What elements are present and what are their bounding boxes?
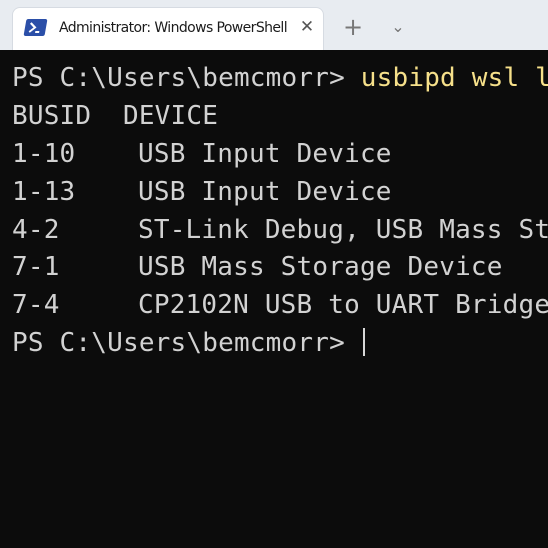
device-cell: CP2102N USB to UART Bridge [138,290,548,321]
current-prompt-line: PS C:\Users\bemcmorr> [12,325,365,362]
busid-cell: 4-2 [12,214,60,245]
busid-cell: 1-10 [12,139,76,169]
device-cell: USB Input Device [138,176,392,207]
terminal-window: Administrator: Windows PowerShell ✕ + ⌄ … [0,0,548,548]
table-row: 1-13 USB Input Device [12,174,392,211]
powershell-icon [23,19,48,36]
device-cell: ST-Link Debug, USB Mass Storage [138,214,548,245]
terminal-output[interactable]: PS C:\Users\bemcmorr> usbipd wsl list BU… [0,50,548,548]
device-cell: USB Mass Storage Device [138,252,503,283]
table-header: BUSID DEVICE [12,101,219,131]
chevron-down-icon[interactable]: ⌄ [384,13,412,41]
busid-cell: 7-1 [12,252,60,283]
prompt: PS C:\Users\bemcmorr> [12,63,361,93]
command-line: PS C:\Users\bemcmorr> usbipd wsl list [12,60,548,97]
table-row: 1-10 USB Input Device [12,136,392,173]
table-row: 4-2 ST-Link Debug, USB Mass Storage [12,212,548,249]
device-cell: USB Input Device [138,139,392,169]
table-row: 7-1 USB Mass Storage Device [12,249,503,286]
table-row: 7-4 CP2102N USB to UART Bridge [12,287,548,324]
tab-bar: Administrator: Windows PowerShell ✕ + ⌄ [0,0,548,50]
new-tab-button[interactable]: + [339,13,367,41]
text-cursor [362,328,365,356]
busid-cell: 1-13 [12,176,76,207]
busid-cell: 7-4 [12,290,60,321]
prompt: PS C:\Users\bemcmorr> [12,328,361,358]
close-icon[interactable]: ✕ [297,17,317,37]
command-text: usbipd wsl list [360,63,548,93]
tab-title: Administrator: Windows PowerShell [59,20,288,36]
tab-powershell[interactable]: Administrator: Windows PowerShell ✕ [13,8,323,50]
